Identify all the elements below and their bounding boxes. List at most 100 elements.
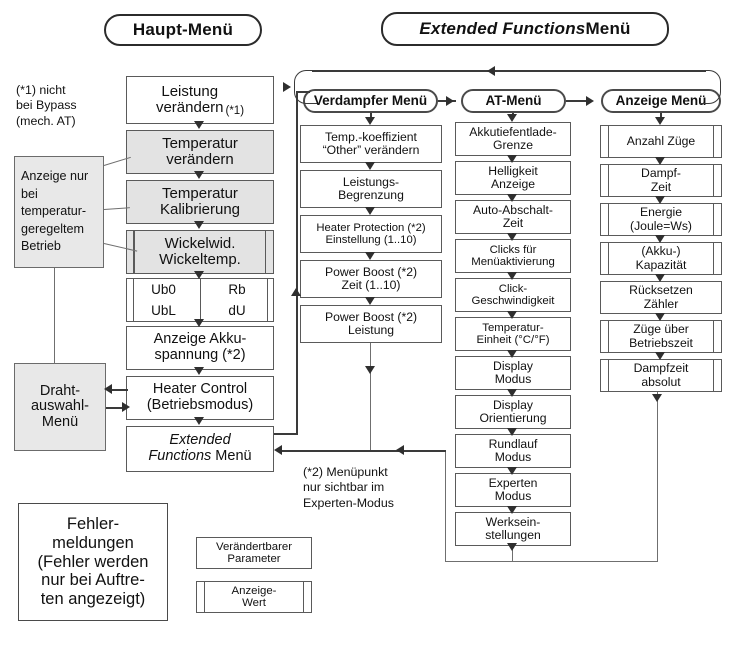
node-anzeige-item-6[interactable]: Dampfzeit absolut <box>600 359 722 392</box>
arrow-main-2 <box>194 171 204 179</box>
node-verdampfer-item-2[interactable]: Heater Protection (*2) Einstellung (1..1… <box>300 215 442 253</box>
node-anzeige-item-4[interactable]: Rücksetzen Zähler <box>600 281 722 314</box>
arrow-at-9-10 <box>507 506 517 514</box>
arrow-verdampfer-to-at <box>446 96 454 106</box>
line-verdampfer-return-down <box>370 343 372 451</box>
arrow-main-6 <box>194 367 204 375</box>
loop-top-line <box>312 70 706 72</box>
arrow-into-verdampfer-loop <box>283 82 291 92</box>
arrow-ext-up-mid <box>291 288 301 296</box>
node-anzeige-item-3[interactable]: (Akku-) Kapazität <box>600 242 722 275</box>
arrow-main-7 <box>194 417 204 425</box>
line-ext-up <box>296 92 298 434</box>
node-at-item-4[interactable]: Click- Geschwindigkeit <box>455 278 571 312</box>
title-extended-em: Extended Functions <box>419 18 586 38</box>
line-at-to-anzeige <box>566 100 586 102</box>
title-extended-rest: Menü <box>585 18 631 38</box>
node-anzeige-item-0[interactable]: Anzahl Züge <box>600 125 722 158</box>
grid-right-bar <box>267 278 269 322</box>
node-leistung-label: Leistung verändern <box>155 82 224 116</box>
node-at-item-9[interactable]: Experten Modus <box>455 473 571 507</box>
node-verdampfer-item-4[interactable]: Power Boost (*2) Leistung <box>300 305 442 343</box>
line-at-return-left-riser <box>445 452 447 562</box>
node-at-item-3[interactable]: Clicks für Menüaktivierung <box>455 239 571 273</box>
arrow-at-4-5 <box>507 311 517 319</box>
title-extended-functions-menu: Extended Functions Menü <box>381 12 669 46</box>
line-at-return-right <box>445 561 657 563</box>
arrow-draht-to-heater <box>122 402 130 412</box>
note-star1: (*1) nicht bei Bypass (mech. AT) <box>16 83 77 128</box>
node-verdampfer-item-3[interactable]: Power Boost (*2) Zeit (1..10) <box>300 260 442 298</box>
arrow-at-return-down <box>507 543 517 551</box>
arrow-verdampfer-0-1 <box>365 162 375 170</box>
arrow-loop-back-left <box>487 66 495 76</box>
node-verdampfer-item-1[interactable]: Leistungs- Begrenzung <box>300 170 442 208</box>
grid-cell-ub0: Ub0 <box>151 282 176 297</box>
node-drahtauswahl-menu[interactable]: Draht- auswahl- Menü <box>14 363 106 451</box>
line-note-to-draht <box>54 268 56 364</box>
node-leistung-suffix: (*1) <box>225 104 245 117</box>
node-at-item-6[interactable]: Display Modus <box>455 356 571 390</box>
arrow-main-5 <box>194 319 204 327</box>
arrow-verdampfer-1-2 <box>365 207 375 215</box>
arrow-verdampfer-2-3 <box>365 252 375 260</box>
node-temperatur-veraendern[interactable]: Temperatur verändern <box>126 130 274 174</box>
line-return-bus <box>278 450 446 452</box>
legend-display-value: Anzeige- Wert <box>196 581 312 613</box>
node-anzeige-item-5[interactable]: Züge über Betriebszeit <box>600 320 722 353</box>
arrow-anzeige-4-5 <box>655 313 665 321</box>
line-anzeige-return-down <box>657 392 659 562</box>
arrow-at-to-anzeige <box>586 96 594 106</box>
header-at-menu[interactable]: AT-Menü <box>461 89 566 113</box>
loop-corner-right <box>700 70 721 104</box>
arrow-anzeige-3-4 <box>655 274 665 282</box>
title-haupt-menu: Haupt-Menü <box>104 14 262 46</box>
node-leistung-veraendern[interactable]: Leistung verändern (*1) <box>126 76 274 124</box>
arrow-main-3 <box>194 221 204 229</box>
node-heater-control[interactable]: Heater Control (Betriebsmodus) <box>126 376 274 420</box>
node-at-item-7[interactable]: Display Orientierung <box>455 395 571 429</box>
arrow-main-4 <box>194 271 204 279</box>
node-temperatur-kalibrierung[interactable]: Temperatur Kalibrierung <box>126 180 274 224</box>
node-at-item-0[interactable]: Akkutiefentlade- Grenze <box>455 122 571 156</box>
arrow-at-1-2 <box>507 194 517 202</box>
legend-changeable-parameter: Verändertbarer Parameter <box>196 537 312 569</box>
node-ub-rb-grid[interactable]: Ub0 Rb UbL dU <box>126 278 274 322</box>
arrow-anzeige-5-6 <box>655 352 665 360</box>
note-star2: (*2) Menüpunkt nur sichtbar im Experten-… <box>303 465 394 510</box>
line-ext-right-stub <box>274 433 298 435</box>
arrow-at-5-6 <box>507 350 517 358</box>
node-at-item-5[interactable]: Temperatur- Einheit (°C/°F) <box>455 317 571 351</box>
node-anzeige-item-2[interactable]: Energie (Joule=Ws) <box>600 203 722 236</box>
arrow-at-8-9 <box>507 467 517 475</box>
diagram-canvas: Haupt-Menü Extended Functions Menü (*1) … <box>0 0 730 658</box>
header-verdampfer-menu[interactable]: Verdampfer Menü <box>303 89 438 113</box>
node-at-item-1[interactable]: Helligkeit Anzeige <box>455 161 571 195</box>
node-extended-functions-menu[interactable]: Extended Functions Menü <box>126 426 274 472</box>
node-at-item-2[interactable]: Auto-Abschalt- Zeit <box>455 200 571 234</box>
arrow-anzeige-2-3 <box>655 235 665 243</box>
arrow-anzeige-1-2 <box>655 196 665 204</box>
arrow-at-7-8 <box>507 428 517 436</box>
node-verdampfer-item-0[interactable]: Temp.-koeffizient “Other” verändern <box>300 125 442 163</box>
arrow-main-1 <box>194 121 204 129</box>
arrow-heater-to-draht <box>104 384 112 394</box>
arrow-verdampfer-3-4 <box>365 297 375 305</box>
arrow-at-2-3 <box>507 233 517 241</box>
node-wickelwid-wickeltemp[interactable]: Wickelwid. Wickeltemp. <box>126 230 274 274</box>
node-at-item-8[interactable]: Rundlauf Modus <box>455 434 571 468</box>
arrow-verdampfer-head-down <box>365 117 375 125</box>
arrow-at-6-7 <box>507 389 517 397</box>
arrow-return-into-ext <box>274 445 282 455</box>
grid-left-bar <box>133 278 135 322</box>
wickel-left-bar-ext <box>133 230 135 274</box>
arrow-return-mid <box>396 445 404 455</box>
grid-cell-ubl: UbL <box>151 303 176 318</box>
ext-func-italic: Extended Functions <box>148 432 231 464</box>
node-anzeige-akkuspannung[interactable]: Anzeige Akku- spannung (*2) <box>126 326 274 370</box>
grid-cell-rb: Rb <box>200 279 273 300</box>
arrow-at-0-1 <box>507 155 517 163</box>
arrow-at-head-down <box>507 114 517 122</box>
node-at-item-10[interactable]: Werksein- stellungen <box>455 512 571 546</box>
node-anzeige-item-1[interactable]: Dampf- Zeit <box>600 164 722 197</box>
